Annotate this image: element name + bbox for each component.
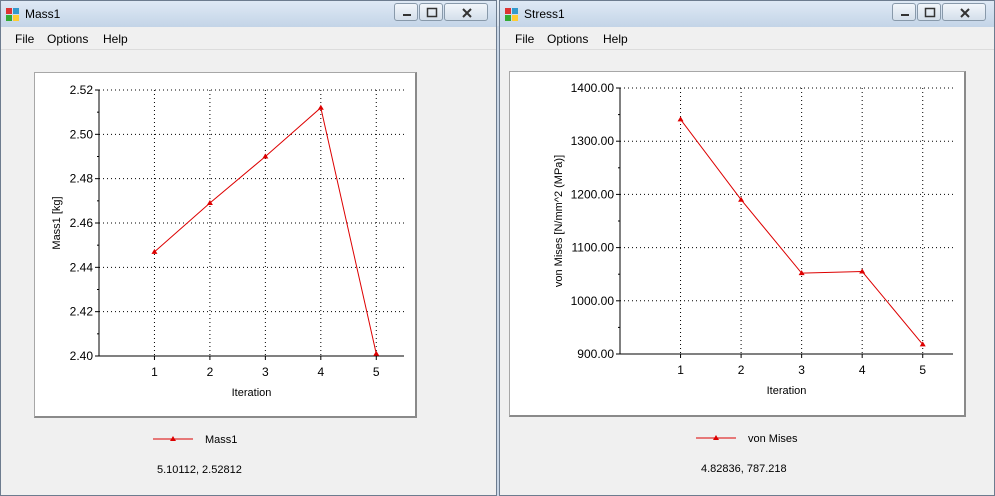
legend-label: von Mises — [748, 433, 798, 445]
x-tick-label: 4 — [317, 365, 324, 379]
line-chart: 900.00 1000.00 1100.00 1200.00 1300.00 1400.0… — [553, 81, 953, 397]
y-tick-label: 2.50 — [70, 127, 94, 141]
x-axis-label: Iteration — [767, 385, 807, 397]
close-icon — [462, 8, 472, 18]
close-button[interactable] — [444, 3, 488, 21]
maximize-button[interactable] — [917, 3, 941, 21]
x-axis-label: Iteration — [232, 387, 272, 399]
legend-marker — [153, 436, 193, 441]
x-tick-label: 2 — [738, 363, 745, 377]
client-area: 2.40 2.42 2.44 2.46 2.48 2.50 2.52 1 2 3 4 5 Iterati… — [1, 50, 496, 495]
y-tick-label: 2.44 — [70, 260, 94, 274]
menu-options[interactable]: Options — [47, 32, 88, 46]
menu-help[interactable]: Help — [103, 32, 128, 46]
data-point-marker — [677, 116, 684, 122]
legend-marker — [696, 435, 736, 440]
x-tick-label: 5 — [919, 363, 926, 377]
y-tick-label: 1400.00 — [571, 81, 615, 95]
window-stress1: Stress1 File Options Help 900.00 1000.00 1… — [499, 0, 995, 496]
x-tick-label: 1 — [677, 363, 684, 377]
y-tick-label: 2.52 — [70, 83, 94, 97]
y-axis-label: von Mises [N/mm^2 (MPa)] — [553, 155, 565, 287]
menu-file[interactable]: File — [515, 32, 534, 46]
line-chart: 2.40 2.42 2.44 2.46 2.48 2.50 2.52 1 2 3 4 5 Iterati… — [51, 83, 404, 399]
data-point-marker — [317, 104, 324, 110]
client-area: 900.00 1000.00 1100.00 1200.00 1300.00 1400.0… — [500, 50, 994, 495]
x-tick-label: 5 — [373, 365, 380, 379]
x-tick-label: 4 — [859, 363, 866, 377]
minimize-icon — [403, 14, 411, 16]
y-axis-label: Mass1 [kg] — [51, 196, 63, 249]
legend-label: Mass1 — [205, 434, 238, 446]
y-tick-label: 1100.00 — [572, 241, 615, 255]
window-title: Mass1 — [25, 7, 61, 21]
series-line — [680, 119, 924, 345]
x-tick-label: 2 — [207, 365, 214, 379]
menu-help[interactable]: Help — [603, 32, 628, 46]
y-tick-label: 2.46 — [70, 216, 94, 230]
close-button[interactable] — [942, 3, 986, 21]
menu-file[interactable]: File — [15, 32, 34, 46]
title-bar[interactable]: Stress1 — [500, 1, 994, 27]
x-tick-label: 1 — [151, 365, 158, 379]
window-title: Stress1 — [524, 7, 565, 21]
cursor-coordinates: 5.10112, 2.52812 — [157, 464, 242, 476]
legend: Mass1 — [153, 431, 353, 451]
y-tick-label: 2.48 — [70, 172, 94, 186]
y-tick-label: 900.00 — [577, 347, 614, 361]
x-tick-label: 3 — [798, 363, 805, 377]
menu-bar: File Options Help — [1, 27, 496, 50]
app-icon — [505, 8, 518, 21]
maximize-icon — [426, 7, 438, 18]
x-tick-label: 3 — [262, 365, 269, 379]
chart-panel: 900.00 1000.00 1100.00 1200.00 1300.00 1400.0… — [509, 71, 966, 417]
legend: von Mises — [696, 430, 896, 450]
y-tick-label: 1000.00 — [571, 294, 615, 308]
minimize-icon — [901, 14, 909, 16]
close-icon — [960, 8, 970, 18]
y-tick-label: 1300.00 — [571, 134, 615, 148]
minimize-button[interactable] — [892, 3, 916, 21]
cursor-coordinates: 4.82836, 787.218 — [701, 463, 787, 475]
title-bar[interactable]: Mass1 — [1, 1, 496, 27]
window-mass1: Mass1 File Options Help 2.40 2.42 2.44 2.46… — [0, 0, 497, 496]
menu-options[interactable]: Options — [547, 32, 588, 46]
data-point-marker — [373, 350, 380, 356]
minimize-button[interactable] — [394, 3, 418, 21]
data-point-marker — [859, 268, 866, 274]
y-tick-label: 2.40 — [70, 349, 94, 363]
maximize-button[interactable] — [419, 3, 443, 21]
chart-panel: 2.40 2.42 2.44 2.46 2.48 2.50 2.52 1 2 3 4 5 Iterati… — [34, 72, 417, 418]
menu-bar: File Options Help — [500, 27, 994, 50]
y-tick-label: 2.42 — [70, 305, 94, 319]
y-tick-label: 1200.00 — [571, 187, 615, 201]
maximize-icon — [924, 7, 936, 18]
app-icon — [6, 8, 19, 21]
